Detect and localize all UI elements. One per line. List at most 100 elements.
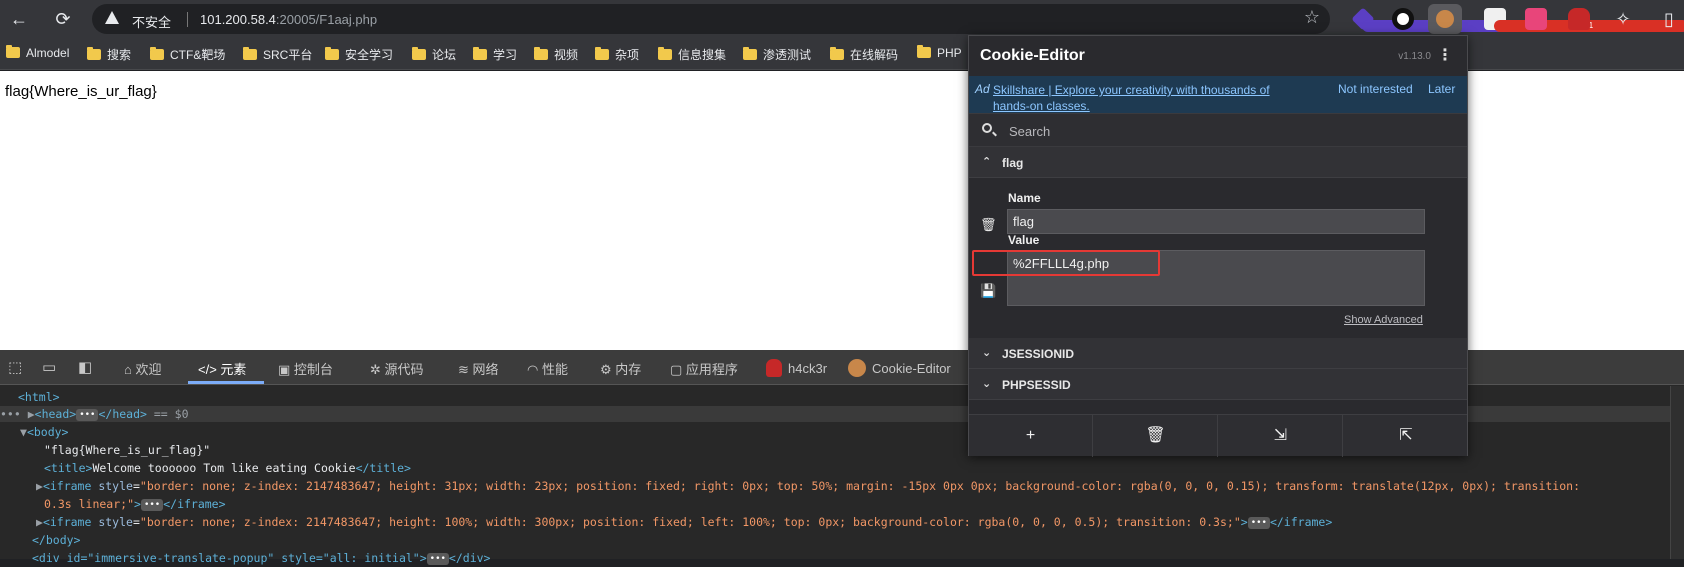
- tab-label: 内存: [615, 362, 642, 377]
- bookmark-item[interactable]: 渗透测试: [743, 46, 811, 64]
- tab-h4ck3r[interactable]: h4ck3r: [766, 359, 827, 377]
- folder-icon: [595, 47, 609, 60]
- bookmark-item[interactable]: 论坛: [412, 46, 456, 64]
- import-icon: ⇲: [1273, 427, 1288, 444]
- inspect-icon[interactable]: ⬚: [8, 358, 22, 376]
- reload-button[interactable]: ⟳: [50, 6, 76, 32]
- bookmark-item[interactable]: 在线解码: [830, 46, 898, 64]
- collapsed-ellipsis: •••: [140, 499, 164, 511]
- hacker-extension-icon[interactable]: [1568, 8, 1590, 30]
- tab-network[interactable]: ≋ 网络: [458, 359, 499, 378]
- folder-icon: [6, 45, 20, 58]
- dom-node-head[interactable]: ••• ▶<head> ••• </head> == $0: [0, 405, 189, 423]
- bookmark-item[interactable]: 信息搜集: [658, 46, 726, 64]
- dom-node-body[interactable]: ▼<body>: [20, 423, 68, 441]
- extensions-puzzle-icon[interactable]: ✧: [1610, 6, 1636, 32]
- tag-text: <title>: [44, 461, 93, 475]
- dom-node-iframe-continued: 0.3s linear;"> ••• </iframe>: [44, 497, 226, 511]
- trash-icon[interactable]: 🗑: [980, 217, 997, 233]
- cookie-header-flag[interactable]: ⌃ flag: [969, 147, 1467, 178]
- tag-text: </iframe>: [1269, 515, 1333, 529]
- tab-sources[interactable]: ✲ 源代码: [370, 359, 424, 378]
- url-path: :20005/F1aaj.php: [275, 12, 378, 27]
- page-body-text: flag{Where_is_ur_flag}: [5, 83, 157, 100]
- bookmark-item[interactable]: 学习: [473, 46, 517, 64]
- tab-label: 网络: [472, 362, 499, 377]
- address-bar[interactable]: 不安全 101.200.58.4:20005/F1aaj.php ☆: [92, 4, 1330, 34]
- tab-welcome[interactable]: ⌂ 欢迎: [124, 359, 161, 378]
- back-button[interactable]: ←: [6, 6, 32, 32]
- code-icon: </>: [198, 362, 221, 377]
- bookmark-item[interactable]: 搜索: [87, 46, 131, 64]
- tag-text: <iframe: [42, 515, 99, 529]
- side-panel-icon[interactable]: ▯: [1656, 6, 1682, 32]
- dom-node-html[interactable]: <html>: [18, 388, 60, 406]
- folder-icon: [87, 47, 101, 60]
- cookie-header-jsessionid[interactable]: ⌄ JSESSIONID: [969, 338, 1467, 369]
- cookie-name: JSESSIONID: [1002, 347, 1075, 361]
- show-advanced-link[interactable]: Show Advanced: [1344, 314, 1423, 326]
- folder-icon: [534, 47, 548, 60]
- export-button[interactable]: ⇱: [1344, 415, 1468, 457]
- expand-arrow-icon: ▶: [36, 479, 43, 493]
- collapsed-ellipsis: •••: [426, 553, 449, 565]
- search-input[interactable]: Search: [1009, 124, 1050, 139]
- tab-label: 性能: [541, 362, 568, 377]
- tab-cookie-editor[interactable]: Cookie-Editor: [848, 359, 951, 377]
- dom-node-iframe[interactable]: ▶<iframe style="border: none; z-index: 2…: [36, 513, 1332, 531]
- dock-icon[interactable]: ◧: [78, 358, 92, 376]
- tab-performance[interactable]: ◠ 性能: [527, 359, 568, 378]
- circle-extension-icon[interactable]: [1392, 8, 1414, 30]
- memory-icon: ⚙: [600, 362, 616, 377]
- ad-not-interested-button[interactable]: Not interested: [1338, 82, 1413, 96]
- expand-arrow-icon: ▶: [36, 515, 43, 529]
- security-label[interactable]: 不安全: [132, 12, 171, 31]
- add-icon: +: [1025, 427, 1036, 444]
- warning-icon[interactable]: [105, 11, 119, 24]
- dom-node-div[interactable]: <div id="immersive-translate-popup" styl…: [32, 549, 490, 567]
- trash-icon: 🗑: [1145, 427, 1166, 444]
- more-menu-icon[interactable]: ⋮: [1437, 45, 1453, 65]
- bookmark-label: 渗透测试: [763, 48, 812, 62]
- tag-text: <html>: [18, 390, 60, 404]
- bookmark-item[interactable]: 杂项: [595, 46, 639, 64]
- bookmark-item[interactable]: 安全学习: [325, 46, 393, 64]
- dom-text-node[interactable]: "flag{Where_is_ur_flag}": [44, 441, 210, 459]
- bookmark-item[interactable]: CTF&靶场: [150, 46, 225, 64]
- devtools-side-pane[interactable]: [1670, 386, 1684, 559]
- bookmark-item[interactable]: Almodel: [6, 45, 69, 64]
- bookmark-label: 论坛: [432, 48, 457, 62]
- url-text[interactable]: 101.200.58.4:20005/F1aaj.php: [200, 12, 377, 27]
- tab-application[interactable]: ▢ 应用程序: [670, 359, 738, 378]
- bookmark-item[interactable]: 视频: [534, 46, 578, 64]
- delete-all-button[interactable]: 🗑: [1094, 415, 1218, 457]
- bookmark-label: 在线解码: [850, 48, 899, 62]
- bookmark-item[interactable]: PHP: [917, 45, 962, 64]
- dom-node-iframe[interactable]: ▶<iframe style="border: none; z-index: 2…: [36, 477, 1580, 495]
- translate-extension-icon[interactable]: [1525, 8, 1547, 30]
- save-icon[interactable]: 💾: [980, 283, 996, 299]
- dom-node-title[interactable]: <title>Welcome toooooo Tom like eating C…: [44, 459, 411, 477]
- tab-console[interactable]: ▣ 控制台: [278, 359, 333, 378]
- add-cookie-button[interactable]: +: [969, 415, 1093, 457]
- tag-text: </head>: [98, 407, 147, 421]
- tab-label: 控制台: [293, 362, 333, 377]
- tab-elements[interactable]: </> 元素: [198, 359, 246, 378]
- cookie-header-phpsessid[interactable]: ⌄ PHPSESSID: [969, 369, 1467, 400]
- tab-memory[interactable]: ⚙ 内存: [600, 359, 641, 378]
- folder-icon: [743, 47, 757, 60]
- ad-later-button[interactable]: Later: [1428, 82, 1455, 96]
- name-field[interactable]: flag: [1007, 209, 1425, 234]
- import-button[interactable]: ⇲: [1219, 415, 1343, 457]
- tab-label: 元素: [220, 362, 247, 377]
- bookmark-star-icon[interactable]: ☆: [1304, 7, 1320, 28]
- folder-icon: [243, 47, 257, 60]
- bookmark-item[interactable]: SRC平台: [243, 46, 312, 64]
- folder-icon: [150, 47, 164, 60]
- search-bar[interactable]: Search: [969, 113, 1467, 147]
- dom-node-body-close[interactable]: </body>: [32, 531, 80, 549]
- cookie-editor-extension-button[interactable]: [1428, 4, 1462, 34]
- ad-link[interactable]: Skillshare | Explore your creativity wit…: [993, 82, 1303, 114]
- gauge-icon: ◠: [527, 362, 542, 377]
- device-toolbar-icon[interactable]: ▭: [42, 358, 56, 376]
